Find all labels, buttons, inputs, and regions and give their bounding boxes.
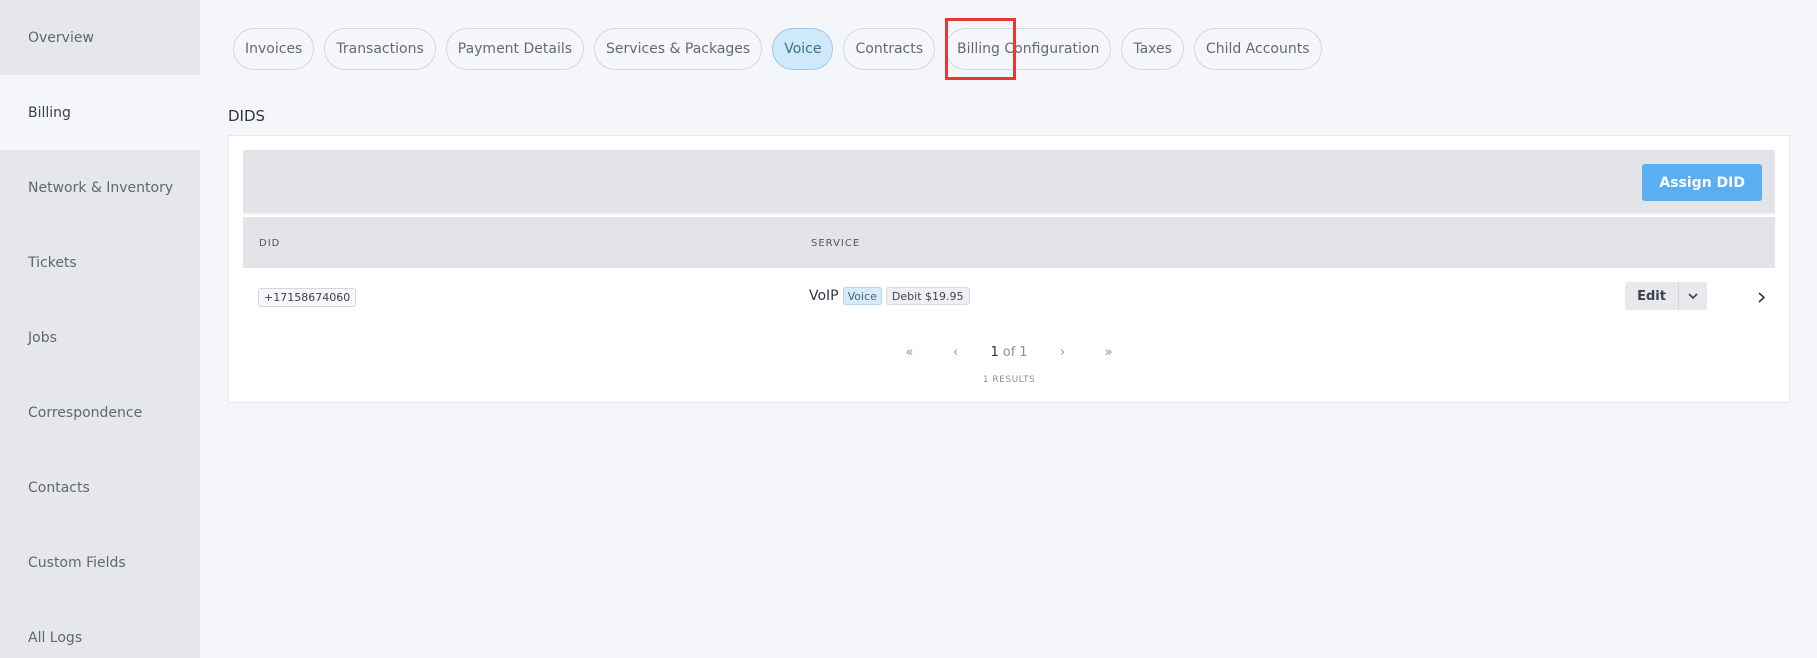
table-row: +17158674060 VoIP Voice Debit $19.95 Edi… <box>243 268 1775 324</box>
page-status: 1 of 1 <box>990 345 1027 360</box>
sidebar-item-jobs[interactable]: Jobs <box>0 300 200 375</box>
dids-panel: Assign DID DID SERVICE +17158674060 VoIP… <box>228 135 1790 403</box>
sidebar-item-label: Tickets <box>28 254 77 271</box>
first-page-button[interactable]: « <box>886 341 932 363</box>
chevron-right-icon <box>1757 291 1765 303</box>
next-page-button[interactable]: › <box>1040 341 1086 363</box>
sidebar-item-label: Network & Inventory <box>28 179 174 196</box>
section-title: DIDS <box>228 107 266 125</box>
tab-services-packages[interactable]: Services & Packages <box>594 28 763 70</box>
assign-did-button[interactable]: Assign DID <box>1642 164 1762 201</box>
page-of-label: of <box>1002 344 1016 360</box>
sidebar-item-label: Contacts <box>28 479 90 496</box>
billing-tabs: Invoices Transactions Payment Details Se… <box>233 28 1322 70</box>
sidebar-item-label: Overview <box>28 29 94 46</box>
tab-transactions[interactable]: Transactions <box>324 28 436 70</box>
sidebar-item-label: Billing <box>28 104 71 121</box>
previous-page-button[interactable]: ‹ <box>932 341 978 363</box>
column-header-did: DID <box>259 238 281 249</box>
service-cell: VoIP Voice Debit $19.95 <box>809 287 970 305</box>
tab-contracts[interactable]: Contracts <box>843 28 936 70</box>
pagination: « ‹ 1 of 1 › » <box>229 341 1789 363</box>
sidebar: Overview Billing Network & Inventory Tic… <box>0 0 200 658</box>
service-name: VoIP <box>809 288 839 304</box>
sidebar-item-label: Jobs <box>28 329 57 346</box>
last-page-button[interactable]: » <box>1086 341 1132 363</box>
sidebar-item-label: Correspondence <box>28 404 143 421</box>
tab-voice[interactable]: Voice <box>772 28 834 70</box>
results-count: 1 RESULTS <box>982 375 1036 385</box>
panel-toolbar: Assign DID <box>243 150 1775 215</box>
tab-billing-configuration[interactable]: Billing Configuration <box>945 28 1112 70</box>
edit-button-group: Edit <box>1625 282 1707 310</box>
sidebar-item-overview[interactable]: Overview <box>0 0 200 75</box>
current-page: 1 <box>990 344 999 360</box>
table-header: DID SERVICE <box>243 217 1775 268</box>
column-header-service: SERVICE <box>811 238 861 249</box>
chevron-down-icon <box>1688 293 1698 299</box>
sidebar-item-contacts[interactable]: Contacts <box>0 450 200 525</box>
main-content: Invoices Transactions Payment Details Se… <box>200 0 1817 658</box>
tab-taxes[interactable]: Taxes <box>1121 28 1184 70</box>
edit-dropdown-button[interactable] <box>1678 282 1707 310</box>
total-pages: 1 <box>1019 344 1028 360</box>
sidebar-item-label: All Logs <box>28 629 83 646</box>
sidebar-item-correspondence[interactable]: Correspondence <box>0 375 200 450</box>
sidebar-item-network-inventory[interactable]: Network & Inventory <box>0 150 200 225</box>
did-number: +17158674060 <box>258 288 357 307</box>
edit-button[interactable]: Edit <box>1625 282 1678 310</box>
tab-payment-details[interactable]: Payment Details <box>445 28 585 70</box>
tab-invoices[interactable]: Invoices <box>233 28 315 70</box>
sidebar-item-billing[interactable]: Billing <box>0 75 200 150</box>
sidebar-item-custom-fields[interactable]: Custom Fields <box>0 525 200 600</box>
row-expand-button[interactable] <box>1751 287 1771 307</box>
price-badge: Debit $19.95 <box>885 287 970 305</box>
sidebar-item-all-logs[interactable]: All Logs <box>0 600 200 658</box>
sidebar-item-label: Custom Fields <box>28 554 126 571</box>
tab-child-accounts[interactable]: Child Accounts <box>1193 28 1322 70</box>
service-type-badge: Voice <box>842 287 882 305</box>
sidebar-item-tickets[interactable]: Tickets <box>0 225 200 300</box>
